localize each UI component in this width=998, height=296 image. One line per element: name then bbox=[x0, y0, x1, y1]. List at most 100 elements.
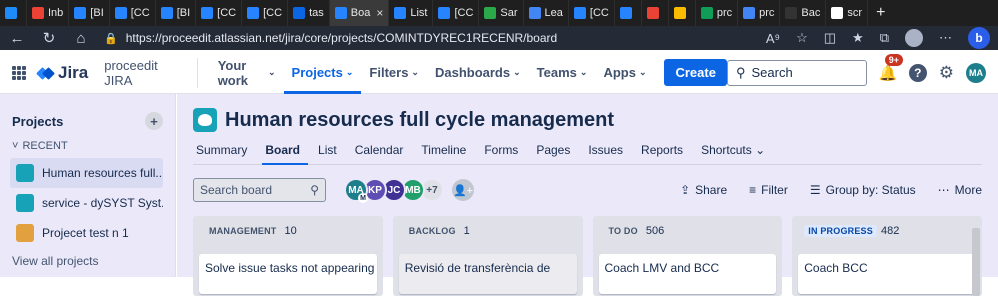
browser-tab[interactable]: [CC bbox=[569, 0, 615, 26]
read-aloud-icon[interactable]: A⁹ bbox=[766, 31, 780, 46]
browser-menu-icon[interactable]: ⋯ bbox=[939, 30, 952, 46]
tab-calendar[interactable]: Calendar bbox=[352, 139, 412, 165]
browser-tab[interactable]: Sar bbox=[479, 0, 524, 26]
new-tab-button[interactable]: + bbox=[868, 4, 893, 22]
jira-logo[interactable]: Jira bbox=[36, 63, 88, 83]
nav-item-apps[interactable]: Apps ⌄ bbox=[595, 52, 654, 94]
project-avatar-icon bbox=[16, 194, 34, 212]
sidebar-project-item[interactable]: Projecet test n 1 bbox=[10, 218, 163, 248]
tab-favicon-icon bbox=[700, 7, 713, 19]
tab-label: scr bbox=[847, 7, 863, 19]
group-icon: ☰ bbox=[809, 183, 821, 197]
tab-list[interactable]: List bbox=[315, 139, 345, 165]
nav-item-your-work[interactable]: Your work ⌄ bbox=[210, 52, 284, 94]
browser-tab[interactable]: Inb bbox=[27, 0, 70, 26]
search-board-input[interactable]: Search board ⚲ bbox=[193, 178, 326, 202]
add-people-icon[interactable]: 👤+ bbox=[452, 179, 474, 201]
home-icon[interactable]: ⌂ bbox=[72, 30, 90, 47]
app-switcher-icon[interactable] bbox=[12, 65, 26, 80]
tab-favicon-icon bbox=[785, 7, 798, 19]
column-scrollbar[interactable] bbox=[972, 228, 980, 296]
browser-tab[interactable] bbox=[0, 0, 27, 26]
share-icon: ⇪ bbox=[680, 183, 691, 197]
add-project-button[interactable]: + bbox=[145, 112, 163, 130]
browser-tab[interactable]: [CC bbox=[242, 0, 289, 26]
split-screen-icon[interactable]: ◫ bbox=[824, 30, 836, 46]
global-search-input[interactable]: ⚲ Search bbox=[726, 59, 867, 86]
favorites-icon[interactable]: ★ bbox=[852, 30, 864, 46]
filter-button[interactable]: ≡ Filter bbox=[749, 183, 788, 197]
issue-card[interactable]: Solve issue tasks not appearing bbox=[199, 254, 377, 294]
tab-pages[interactable]: Pages bbox=[533, 139, 578, 165]
tab-favicon-icon bbox=[831, 7, 844, 19]
tab-timeline[interactable]: Timeline bbox=[418, 139, 474, 165]
tab-label: Lea bbox=[544, 7, 563, 19]
tab-forms[interactable]: Forms bbox=[481, 139, 526, 165]
chevron-down-icon: ⌄ bbox=[579, 67, 588, 77]
browser-tab[interactable]: scr bbox=[826, 0, 869, 26]
browser-tab[interactable]: [CC bbox=[433, 0, 480, 26]
browser-tab[interactable] bbox=[615, 0, 642, 26]
tab-favicon-icon bbox=[673, 7, 686, 19]
tab-label: Bac bbox=[801, 7, 821, 19]
help-icon[interactable]: ? bbox=[908, 63, 927, 82]
browser-tab[interactable]: Boa × bbox=[329, 0, 390, 26]
close-tab-icon[interactable]: × bbox=[376, 6, 383, 20]
browser-tab[interactable]: prc bbox=[738, 0, 781, 26]
lock-icon: 🔒 bbox=[104, 32, 118, 45]
browser-tab[interactable]: Bac bbox=[780, 0, 827, 26]
refresh-icon[interactable]: ↻ bbox=[40, 29, 58, 47]
favorite-star-icon[interactable]: ☆ bbox=[796, 30, 808, 46]
chevron-down-icon: ⌄ bbox=[638, 67, 647, 77]
browser-tab[interactable]: [BI bbox=[156, 0, 197, 26]
tab-shortcuts[interactable]: Shortcuts ⌄ bbox=[698, 139, 773, 165]
nav-item-projects[interactable]: Projects ⌄ bbox=[283, 52, 362, 94]
settings-gear-icon[interactable]: ⚙ bbox=[939, 63, 954, 83]
browser-tab[interactable]: List bbox=[389, 0, 434, 26]
browser-tab[interactable] bbox=[669, 0, 696, 26]
bing-copilot-icon[interactable]: b bbox=[968, 27, 990, 49]
browser-tab[interactable]: [BI bbox=[69, 0, 110, 26]
share-button[interactable]: ⇪ Share bbox=[680, 183, 727, 197]
create-button[interactable]: Create bbox=[664, 59, 727, 86]
browser-tab[interactable]: prc bbox=[696, 0, 739, 26]
column-issue-count: 10 bbox=[284, 225, 297, 237]
sidebar-project-item[interactable]: service - dySYST Syst... bbox=[10, 188, 163, 218]
issue-card[interactable]: Coach BCC bbox=[798, 254, 976, 294]
group-by-button[interactable]: ☰ Group by: Status bbox=[810, 183, 916, 197]
tab-favicon-icon bbox=[743, 7, 756, 19]
tab-reports[interactable]: Reports bbox=[638, 139, 691, 165]
user-avatar[interactable]: MA bbox=[966, 62, 987, 83]
browser-tab[interactable]: Lea bbox=[524, 0, 569, 26]
tab-board[interactable]: Board bbox=[262, 139, 309, 165]
back-arrow-icon[interactable]: ← bbox=[8, 30, 26, 47]
issue-card[interactable]: Revisió de transferència de bbox=[398, 254, 577, 294]
nav-item-dashboards[interactable]: Dashboards ⌄ bbox=[427, 52, 529, 94]
browser-tab[interactable]: tas bbox=[288, 0, 330, 26]
board-column: IN PROGRESS 482 Coach BCC bbox=[792, 216, 982, 296]
browser-profile-avatar[interactable] bbox=[905, 29, 923, 47]
browser-tab[interactable] bbox=[642, 0, 669, 26]
browser-tab[interactable]: [CC bbox=[110, 0, 156, 26]
nav-item-teams[interactable]: Teams ⌄ bbox=[529, 52, 596, 94]
sidebar-project-item[interactable]: Human resources full... bbox=[10, 158, 163, 188]
site-name[interactable]: proceedit JIRA bbox=[104, 57, 198, 88]
collections-icon[interactable]: ⧉ bbox=[880, 30, 889, 46]
nav-item-filters[interactable]: Filters ⌄ bbox=[361, 52, 427, 94]
browser-tab-strip: Inb [BI [CC [BI [CC [CC tas Boa × List [CC Sar Lea [C… bbox=[0, 0, 998, 26]
url-field[interactable]: 🔒 https://proceedit.atlassian.net/jira/c… bbox=[104, 28, 752, 48]
view-all-projects-link[interactable]: View all projects bbox=[12, 254, 163, 268]
tab-label: List bbox=[410, 7, 428, 19]
tab-issues[interactable]: Issues bbox=[585, 139, 631, 165]
assignee-avatar[interactable]: MA M bbox=[344, 178, 368, 203]
browser-tab[interactable]: [CC bbox=[196, 0, 243, 26]
more-icon: ⋯ bbox=[937, 183, 950, 197]
tab-summary[interactable]: Summary bbox=[193, 139, 255, 165]
recent-section-toggle[interactable]: ˅ RECENT bbox=[12, 140, 163, 152]
issue-card[interactable]: Coach LMV and BCC bbox=[598, 254, 777, 294]
more-button[interactable]: ⋯ More bbox=[938, 183, 982, 197]
tab-label: [CC bbox=[454, 7, 474, 19]
notifications-bell-icon[interactable]: 🔔 9+ bbox=[879, 53, 904, 82]
browser-toolbar-icons: A⁹ ☆ ◫ ★ ⧉ ⋯ b bbox=[766, 27, 990, 49]
sidebar-title: Projects bbox=[12, 113, 64, 129]
